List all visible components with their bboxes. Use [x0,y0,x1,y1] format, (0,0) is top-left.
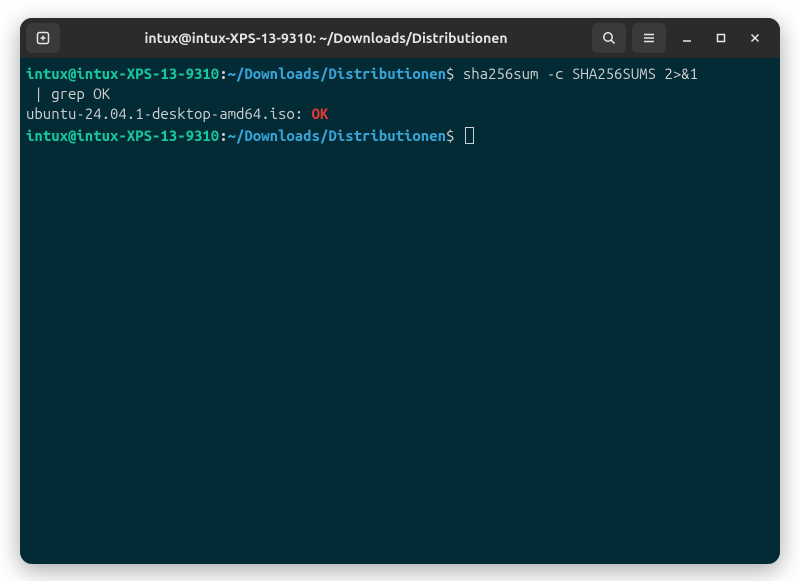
hamburger-menu-icon [641,30,657,46]
titlebar: intux@intux-XPS-13-9310: ~/Downloads/Dis… [20,18,780,58]
command-text: sha256sum -c SHA256SUMS 2>&1 [463,65,698,82]
window-title: intux@intux-XPS-13-9310: ~/Downloads/Dis… [66,30,586,46]
minimize-icon [681,32,693,44]
maximize-icon [715,32,727,44]
window-controls [672,27,774,49]
prompt-user-host: intux@intux-XPS-13-9310 [26,127,219,144]
minimize-button[interactable] [676,27,698,49]
close-button[interactable] [744,27,766,49]
terminal-body[interactable]: intux@intux-XPS-13-9310:~/Downloads/Dist… [20,58,780,564]
prompt-sigil: $ [446,127,454,144]
prompt-colon: : [219,65,227,82]
prompt-colon: : [219,127,227,144]
search-button[interactable] [592,23,626,53]
prompt-path: ~/Downloads/Distributionen [228,127,446,144]
new-tab-icon [35,30,51,46]
prompt-path: ~/Downloads/Distributionen [228,65,446,82]
prompt-user-host: intux@intux-XPS-13-9310 [26,65,219,82]
menu-button[interactable] [632,23,666,53]
output-filename: ubuntu-24.04.1-desktop-amd64.iso: [26,105,312,122]
terminal-window: intux@intux-XPS-13-9310: ~/Downloads/Dis… [20,18,780,564]
output-status-ok: OK [312,105,329,122]
prompt-sigil: $ [446,65,454,82]
close-icon [749,32,761,44]
new-tab-button[interactable] [26,23,60,53]
search-icon [601,30,617,46]
command-continuation: | grep OK [26,85,110,102]
cursor [465,127,474,144]
maximize-button[interactable] [710,27,732,49]
